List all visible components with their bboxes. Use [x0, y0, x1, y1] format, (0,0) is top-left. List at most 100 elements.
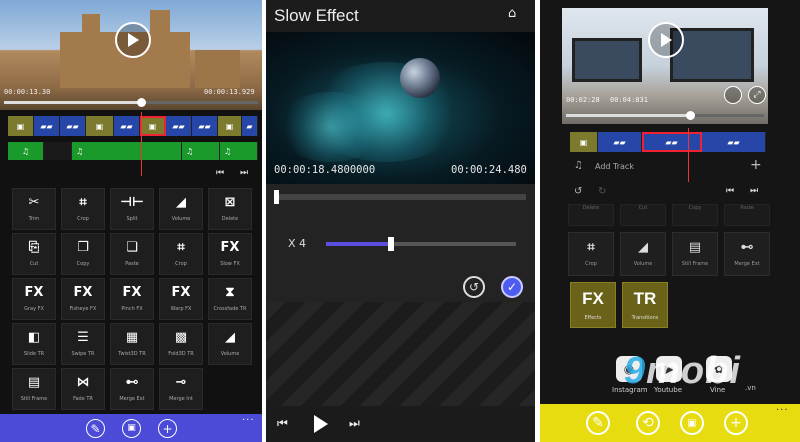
tool-tile-slide-tr[interactable]: ◧ Slide TR — [12, 323, 56, 365]
play-button[interactable] — [648, 22, 684, 58]
video-clip[interactable]: ▰▰ — [114, 116, 140, 136]
play-button[interactable] — [115, 22, 151, 58]
tool-tile-delete[interactable]: Delete — [568, 204, 614, 226]
trim-handle[interactable] — [274, 190, 279, 204]
audio-clip[interactable]: ♫ — [8, 142, 44, 160]
tool-tile-fisheye-fx[interactable]: FX Fisheye FX — [61, 278, 105, 320]
tool-tile-fade-tr[interactable]: ⋈ Fade TR — [61, 368, 105, 410]
save-button[interactable]: ▣ — [680, 411, 704, 435]
video-preview[interactable]: 00:02:28 00:04:831 ⤢ — [562, 8, 768, 124]
video-clip[interactable]: ▰▰ — [192, 116, 218, 136]
tool-tile-still-frame[interactable]: ▤ Still Frame — [672, 232, 718, 276]
tool-tile-slow-fx[interactable]: FX Slow FX — [208, 233, 252, 275]
playhead[interactable] — [141, 112, 142, 176]
tool-tile-paste[interactable]: Paste — [724, 204, 770, 226]
image-clip[interactable]: ▣ — [570, 132, 598, 152]
tool-tile-volume[interactable]: ◢ Volume — [159, 188, 203, 230]
tool-tile-copy[interactable]: ❐ Copy — [61, 233, 105, 275]
save-button[interactable]: ▣ — [122, 419, 141, 438]
watermark-domain: .vn — [745, 384, 756, 392]
tool-tile-cut[interactable]: Cut — [620, 204, 666, 226]
video-preview[interactable] — [266, 32, 535, 184]
video-track[interactable]: ▣ ▰▰ ▰▰ ▣ ▰▰ ▣ ▰▰ ▰▰ ▣ ▰ — [8, 116, 258, 136]
page-title: Slow Effect — [274, 6, 359, 25]
reset-button[interactable]: ↺ — [463, 276, 485, 298]
tool-tile-paste[interactable]: ❏ Paste — [110, 233, 154, 275]
tool-tile-merge-ext[interactable]: ⊷ Merge Ext — [724, 232, 770, 276]
stop-button[interactable] — [724, 86, 742, 104]
speed-slider-handle[interactable] — [387, 237, 394, 251]
tool-label: Delete — [582, 205, 600, 211]
video-track[interactable]: ▣ ▰▰ ▰▰ ▰▰ — [570, 132, 766, 152]
add-track-label[interactable]: Add Track — [595, 162, 634, 171]
add-button[interactable]: + — [158, 419, 177, 438]
add-track-icon[interactable]: + — [750, 157, 762, 173]
skip-forward-icon[interactable]: ⏭ — [750, 186, 758, 196]
video-preview[interactable]: 00:00:13.30 00:00:13.929 — [0, 0, 262, 110]
transport-bar: ⏮ ⏭ — [266, 406, 535, 442]
save-icon: ▣ — [127, 423, 136, 433]
trim-bar[interactable] — [274, 194, 526, 200]
skip-back-icon[interactable]: ⏮ — [277, 416, 288, 431]
scrub-bar[interactable] — [4, 101, 258, 104]
audio-track[interactable]: ♫ ♫ ♫ ♫ — [8, 142, 258, 160]
more-button[interactable]: ... — [776, 402, 789, 413]
speed-slider[interactable] — [326, 242, 516, 246]
tool-tile-crop[interactable]: ⌗ Crop — [159, 233, 203, 275]
more-button[interactable]: ... — [242, 412, 255, 423]
tool-tile-swipe-tr[interactable]: ☰ Swipe TR — [61, 323, 105, 365]
tool-tile-fold3d-tr[interactable]: ▩ Fold3D TR — [159, 323, 203, 365]
video-clip-selected[interactable]: ▰▰ — [642, 132, 702, 152]
undo-icon[interactable]: ↺ — [574, 186, 582, 197]
scrub-bar[interactable] — [566, 114, 764, 117]
tool-tile-crossfade-tr[interactable]: ⧗ Crossfade TR — [208, 278, 252, 320]
image-clip[interactable]: ▣ — [8, 116, 34, 136]
fullscreen-button[interactable]: ⤢ — [748, 86, 766, 104]
playhead[interactable] — [688, 128, 689, 182]
video-clip[interactable]: ▰ — [242, 116, 258, 136]
skip-back-icon[interactable]: ⏮ — [216, 168, 224, 178]
skip-back-icon[interactable]: ⏮ — [726, 186, 734, 196]
settings-button[interactable]: ✎ — [586, 411, 610, 435]
tool-tile-delete[interactable]: ⊠ Delete — [208, 188, 252, 230]
scrub-handle[interactable] — [686, 111, 695, 120]
image-clip[interactable]: ▣ — [86, 116, 114, 136]
video-clip[interactable]: ▰▰ — [702, 132, 766, 152]
tool-tile-merge-int[interactable]: ⊸ Merge Int — [159, 368, 203, 410]
tool-tile-volume[interactable]: ◢ Volume — [620, 232, 666, 276]
audio-clip[interactable]: ♫ — [220, 142, 258, 160]
redo-icon[interactable]: ↻ — [598, 186, 606, 197]
play-icon[interactable] — [313, 414, 329, 434]
tool-tile-trim[interactable]: ✂ Trim — [12, 188, 56, 230]
tool-tile-pinch-fx[interactable]: FX Pinch FX — [110, 278, 154, 320]
skip-forward-icon[interactable]: ⏭ — [349, 416, 360, 431]
confirm-button[interactable]: ✓ — [501, 276, 523, 298]
tool-tile-crop[interactable]: ⌗ Crop — [568, 232, 614, 276]
tool-tile-copy[interactable]: Copy — [672, 204, 718, 226]
video-clip[interactable]: ▰▰ — [598, 132, 642, 152]
video-clip[interactable]: ▰▰ — [166, 116, 192, 136]
skip-forward-icon[interactable]: ⏭ — [240, 168, 248, 178]
scrub-handle[interactable] — [137, 98, 147, 107]
tool-tile-warp-fx[interactable]: FX Warp FX — [159, 278, 203, 320]
tool-tile-gray-fx[interactable]: FX Gray FX — [12, 278, 56, 320]
home-icon[interactable]: ⌂ — [508, 6, 516, 21]
tool-tile-cut[interactable]: ⎘ Cut — [12, 233, 56, 275]
tool-tile-volume[interactable]: ◢ Volume — [208, 323, 252, 365]
image-clip[interactable]: ▣ — [218, 116, 242, 136]
share-button[interactable]: ⟲ — [636, 411, 660, 435]
audio-clip[interactable]: ♫ — [182, 142, 220, 160]
add-button[interactable]: + — [724, 411, 748, 435]
tool-tile-crop[interactable]: ⌗ Crop — [61, 188, 105, 230]
audio-clip[interactable]: ♫ — [72, 142, 182, 160]
tool-tile-twist3d-tr[interactable]: ▦ Twist3D TR — [110, 323, 154, 365]
video-clip[interactable]: ▰▰ — [60, 116, 86, 136]
video-clip[interactable]: ▰▰ — [34, 116, 60, 136]
tool-tile-still-frame[interactable]: ▤ Still Frame — [12, 368, 56, 410]
tool-tile-merge-ext[interactable]: ⊷ Merge Ext — [110, 368, 154, 410]
image-clip-selected[interactable]: ▣ — [140, 116, 166, 136]
settings-button[interactable]: ✎ — [86, 419, 105, 438]
effect-tile-label[interactable]: FX Effects — [570, 282, 616, 328]
effect-tile-label[interactable]: TR Transitions — [622, 282, 668, 328]
tool-tile-split[interactable]: ⊣⊢ Split — [110, 188, 154, 230]
